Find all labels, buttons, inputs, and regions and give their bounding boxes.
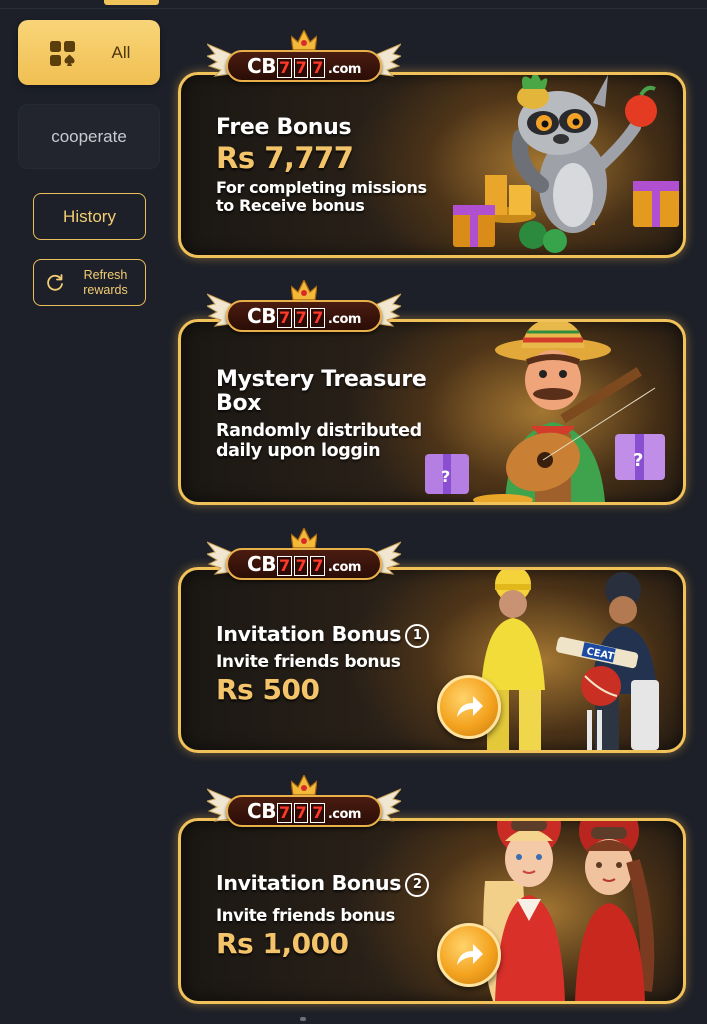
logo-digit: 7 [310,556,325,576]
mariachi-guitarist-illustration: ? ? [425,322,665,502]
logo-digit: 7 [293,58,309,78]
refresh-rewards-button[interactable]: Refresh rewards [33,259,146,306]
logo-plate: CB 777 .com [226,300,382,332]
logo-suffix: .com [327,560,362,575]
svg-text:?: ? [633,450,643,471]
card-title: Mystery Treasure Box [216,368,427,416]
mystery-treasure-box-card[interactable]: Mystery Treasure Box Randomly distribute… [178,319,686,505]
card-description-line: daily upon loggin [216,441,381,461]
cb777-logo: CB 777 .com [207,528,401,592]
logo-text: CB 777 .com [247,54,361,78]
logo-suffix: .com [327,62,362,77]
logo-digit: 7 [310,803,325,823]
card-title-line: Mystery Treasure [216,367,427,392]
category-all-label: All [111,42,131,62]
logo-prefix: CB [247,552,276,576]
go-arrow-button[interactable] [437,923,501,987]
logo-plate: CB 777 .com [226,548,382,580]
card-title-text: Invitation Bonus [216,871,402,895]
logo-prefix: CB [247,799,276,823]
card-title-text: Invitation Bonus [216,622,402,646]
logo-digit: 7 [293,803,309,823]
invitation-bonus-2-card[interactable]: Invitation Bonus 2 Invite friends bonus R… [178,818,686,1004]
svg-text:?: ? [441,467,450,486]
card-amount: Rs 1,000 [216,927,349,960]
logo-digit: 7 [310,308,325,328]
logo-prefix: CB [247,304,276,328]
page: All cooperate History Refresh rewards Fr… [0,0,707,1024]
card-title: Free Bonus [216,115,352,140]
cb777-logo: CB 777 .com [207,280,401,344]
card-description: For completing missions to Receive bonus [216,179,427,215]
card-amount: Rs 7,777 [216,141,354,175]
arrow-right-icon [457,944,483,965]
history-button[interactable]: History [33,193,146,240]
logo-digit: 7 [276,58,292,78]
card-description: Invite friends bonus [216,652,401,672]
logo-digit: 7 [276,556,292,576]
card-title-line: Box [216,391,262,416]
logo-suffix: .com [327,807,362,822]
logo-digit: 7 [276,308,292,328]
go-arrow-button[interactable] [437,675,501,739]
card-amount: Rs 500 [216,673,320,706]
logo-plate: CB 777 .com [226,795,382,827]
sidebar: All cooperate History Refresh rewards [0,0,175,1024]
card-description-line: to Receive bonus [216,196,365,215]
logo-digit: 7 [310,58,325,78]
card-description: Invite friends bonus [216,906,395,925]
card-description-line: Randomly distributed [216,421,422,441]
logo-digit: 7 [276,803,292,823]
history-label: History [63,206,116,226]
logo-prefix: CB [247,54,276,78]
logo-text: CB 777 .com [247,304,361,328]
logo-plate: CB 777 .com [226,50,382,82]
scroll-indicator [300,1017,306,1021]
card-title: Invitation Bonus 2 [216,871,430,897]
card-description-line: For completing missions [216,178,427,197]
category-all-button[interactable]: All [18,20,160,85]
category-grid-icon [50,41,75,66]
card-title: Invitation Bonus 1 [216,622,430,648]
refresh-icon [47,274,63,291]
logo-digit: 7 [293,556,309,576]
free-bonus-card[interactable]: Free Bonus Rs 7,777 For completing missi… [178,72,686,258]
logo-text: CB 777 .com [247,552,361,576]
logo-suffix: .com [327,312,362,327]
arrow-right-icon [457,696,483,717]
category-cooperate-button[interactable]: cooperate [18,104,160,169]
cb777-logo: CB 777 .com [207,775,401,839]
logo-text: CB 777 .com [247,799,361,823]
cb777-logo: CB 777 .com [207,30,401,94]
category-cooperate-label: cooperate [51,126,127,146]
logo-digit: 7 [293,308,309,328]
refresh-rewards-label: Refresh rewards [83,267,128,297]
raccoon-mascot-illustration [453,75,679,253]
invitation-bonus-1-card[interactable]: Invitation Bonus 1 Invite friends bonus R… [178,567,686,753]
card-description: Randomly distributed daily upon loggin [216,421,422,461]
